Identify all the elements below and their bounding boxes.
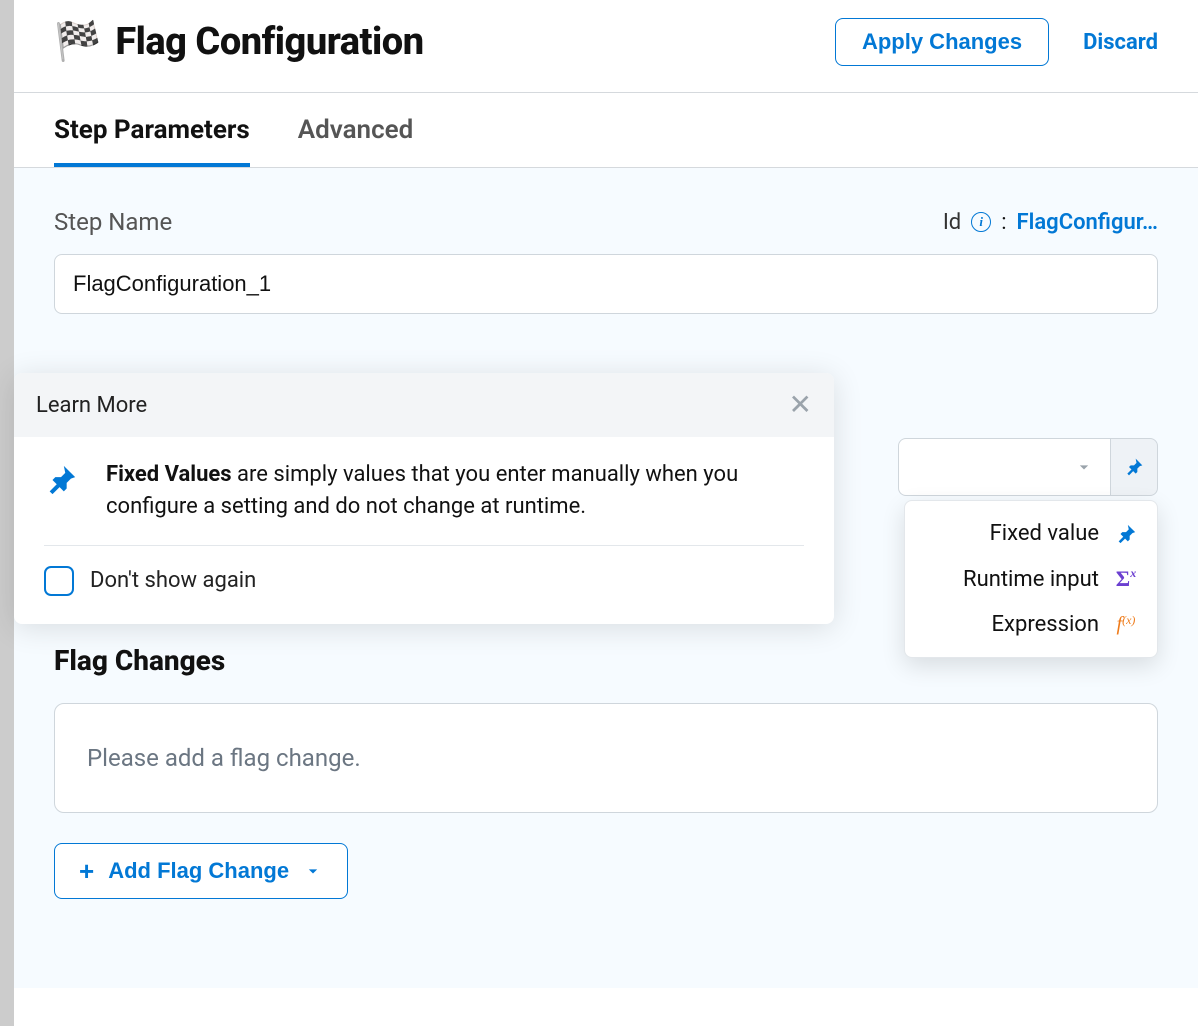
dont-show-checkbox[interactable] xyxy=(44,566,74,596)
popover-bold: Fixed Values xyxy=(106,462,232,487)
apply-changes-button[interactable]: Apply Changes xyxy=(835,18,1049,66)
value-type-expression-label: Expression xyxy=(992,612,1099,637)
step-name-label: Step Name xyxy=(54,208,172,236)
close-icon[interactable]: ✕ xyxy=(789,391,812,419)
fx-icon: f(x) xyxy=(1113,613,1139,636)
page-title: Flag Configuration xyxy=(115,20,423,64)
popover-body: Fixed Values are simply values that you … xyxy=(14,437,834,545)
plus-icon: + xyxy=(79,858,94,884)
chevron-down-icon xyxy=(303,861,323,881)
value-type-runtime[interactable]: Runtime input Σx xyxy=(905,556,1157,602)
id-wrap: Id i : FlagConfigur… xyxy=(943,210,1158,235)
discard-link[interactable]: Discard xyxy=(1083,30,1158,55)
step-name-input[interactable] xyxy=(54,254,1158,314)
id-value[interactable]: FlagConfigur… xyxy=(1017,210,1158,235)
flag-icon: 🏁 xyxy=(54,23,101,61)
dont-show-label: Don't show again xyxy=(90,568,256,593)
popover-footer: Don't show again xyxy=(14,546,834,624)
header: 🏁 Flag Configuration Apply Changes Disca… xyxy=(14,0,1198,92)
id-colon: : xyxy=(1001,210,1006,235)
value-type-expression[interactable]: Expression f(x) xyxy=(905,602,1157,647)
tab-advanced[interactable]: Advanced xyxy=(298,115,414,167)
value-type-runtime-label: Runtime input xyxy=(963,567,1099,592)
header-actions: Apply Changes Discard xyxy=(835,18,1158,66)
form-area: Step Name Id i : FlagConfigur… Fixed val… xyxy=(14,168,1198,988)
popover-text: Fixed Values are simply values that you … xyxy=(106,459,804,523)
flag-changes-empty-text: Please add a flag change. xyxy=(87,744,361,772)
value-type-fixed-label: Fixed value xyxy=(990,521,1099,546)
flag-configuration-panel: 🏁 Flag Configuration Apply Changes Disca… xyxy=(14,0,1198,1026)
value-type-fixed[interactable]: Fixed value xyxy=(905,511,1157,556)
tabs: Step Parameters Advanced xyxy=(14,93,1198,168)
add-flag-change-label: Add Flag Change xyxy=(108,858,289,884)
add-flag-change-button[interactable]: + Add Flag Change xyxy=(54,843,348,899)
step-name-row: Step Name Id i : FlagConfigur… xyxy=(54,208,1158,236)
id-label: Id xyxy=(943,210,961,235)
title-wrap: 🏁 Flag Configuration xyxy=(54,20,424,64)
select-box[interactable] xyxy=(898,438,1110,496)
background-strip xyxy=(0,0,14,1026)
chevron-down-icon xyxy=(1074,457,1094,477)
popover-title: Learn More xyxy=(36,393,147,418)
flag-changes-empty: Please add a flag change. xyxy=(54,703,1158,813)
sigma-icon: Σx xyxy=(1113,566,1139,592)
popover-header: Learn More ✕ xyxy=(14,373,834,437)
pin-icon xyxy=(44,463,78,501)
info-icon[interactable]: i xyxy=(971,212,991,232)
tab-step-parameters[interactable]: Step Parameters xyxy=(54,115,250,167)
environment-select[interactable] xyxy=(898,438,1158,496)
pin-icon xyxy=(1113,523,1139,545)
learn-more-popover: Learn More ✕ Fixed Values are simply val… xyxy=(14,373,834,624)
value-type-toggle[interactable] xyxy=(1110,438,1158,496)
value-type-menu: Fixed value Runtime input Σx Expression … xyxy=(904,500,1158,658)
pin-icon xyxy=(1124,457,1144,477)
